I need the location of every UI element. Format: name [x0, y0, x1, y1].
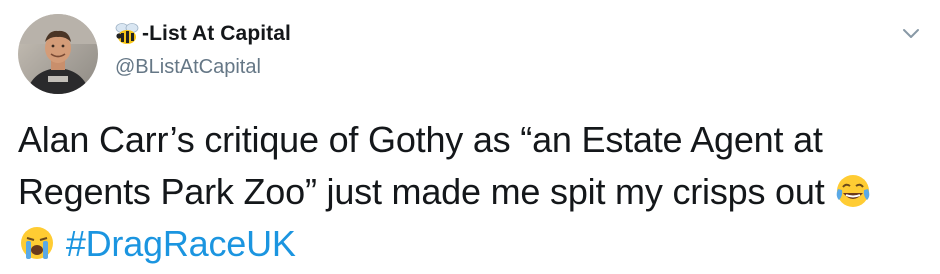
tweet-card: -List At Capital @BListAtCapital Alan Ca…	[0, 0, 940, 274]
tweet-text-line-1: Alan Carr’s critique of Gothy as “an Est…	[18, 119, 823, 160]
display-name: -List At Capital	[142, 22, 291, 45]
tweet-text-line-3: #DragRaceUK	[18, 218, 928, 270]
avatar[interactable]	[18, 14, 98, 94]
tweet-text-line-2-content: Regents Park Zoo” just made me spit my c…	[18, 171, 825, 212]
tweet-text-line-2: Regents Park Zoo” just made me spit my c…	[18, 166, 928, 218]
bee-icon	[114, 22, 140, 46]
face-with-tears-of-joy-icon	[834, 172, 872, 210]
tweet-text: Alan Carr’s critique of Gothy as “an Est…	[18, 114, 928, 270]
author-handle[interactable]: @BListAtCapital	[115, 56, 261, 79]
hashtag-link[interactable]: #DragRaceUK	[66, 223, 296, 264]
loudly-crying-face-icon	[18, 224, 56, 262]
author-name-row[interactable]: -List At Capital	[114, 22, 291, 46]
chevron-down-icon[interactable]	[898, 22, 924, 44]
